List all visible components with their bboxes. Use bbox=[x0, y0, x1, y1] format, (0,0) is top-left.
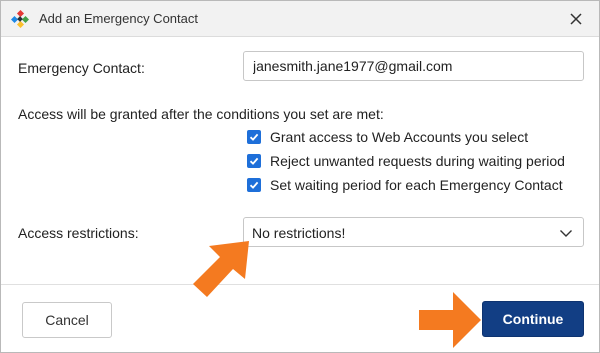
condition-grant-access[interactable]: Grant access to Web Accounts you select bbox=[247, 128, 528, 146]
condition-label: Set waiting period for each Emergency Co… bbox=[270, 177, 563, 193]
checkmark-icon bbox=[249, 133, 259, 141]
access-restrictions-value: No restrictions! bbox=[252, 225, 346, 241]
close-button[interactable] bbox=[565, 9, 587, 31]
chevron-down-icon bbox=[559, 226, 573, 240]
continue-button[interactable]: Continue bbox=[482, 301, 584, 337]
condition-label: Reject unwanted requests during waiting … bbox=[270, 153, 565, 169]
condition-waiting-period[interactable]: Set waiting period for each Emergency Co… bbox=[247, 176, 563, 194]
close-icon bbox=[570, 12, 582, 28]
emergency-contact-field[interactable] bbox=[243, 51, 584, 81]
cancel-button[interactable]: Cancel bbox=[22, 302, 112, 338]
condition-label: Grant access to Web Accounts you select bbox=[270, 129, 529, 145]
conditions-text: Access will be granted after the conditi… bbox=[18, 106, 384, 122]
emergency-contact-dialog: Add an Emergency Contact Emergency Conta… bbox=[0, 0, 600, 353]
app-logo-icon bbox=[10, 9, 30, 29]
checkmark-icon bbox=[249, 157, 259, 165]
checkbox-reject-requests[interactable] bbox=[247, 154, 261, 168]
access-restrictions-label: Access restrictions: bbox=[18, 225, 139, 241]
title-bar: Add an Emergency Contact bbox=[1, 1, 599, 37]
condition-reject-requests[interactable]: Reject unwanted requests during waiting … bbox=[247, 152, 565, 170]
checkmark-icon bbox=[249, 181, 259, 189]
dialog-title: Add an Emergency Contact bbox=[39, 11, 198, 26]
orange-arrow-icon bbox=[417, 290, 483, 353]
checkbox-grant-access[interactable] bbox=[247, 130, 261, 144]
orange-arrow-icon bbox=[187, 237, 253, 306]
emergency-contact-label: Emergency Contact: bbox=[18, 60, 145, 76]
checkbox-waiting-period[interactable] bbox=[247, 178, 261, 192]
footer-divider bbox=[1, 284, 599, 285]
access-restrictions-select[interactable]: No restrictions! bbox=[243, 217, 584, 247]
